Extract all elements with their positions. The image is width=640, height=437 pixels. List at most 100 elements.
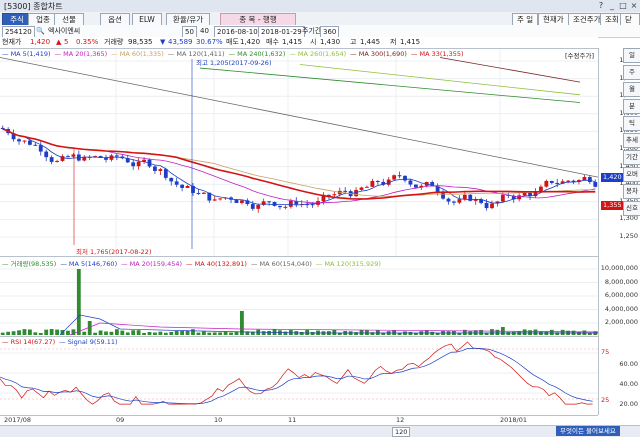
change-pct: 0.35% <box>76 38 99 46</box>
low-label: 저 <box>390 38 397 46</box>
side-button[interactable]: 일 <box>623 48 640 63</box>
candle-body <box>452 201 456 203</box>
volume-bar <box>495 329 500 335</box>
candle-body <box>158 169 163 171</box>
volume-bar <box>229 332 233 335</box>
candle-body <box>283 206 288 208</box>
candle-body <box>544 180 549 187</box>
rsi-level-high: 75 <box>601 348 610 356</box>
ask-label: 매도 <box>226 38 239 46</box>
help-prompt-button[interactable]: 무엇이든 물어보세요 <box>556 426 620 436</box>
candle-body <box>66 156 70 158</box>
x-axis-tick: 10 <box>214 416 223 424</box>
volume-bar <box>201 331 206 335</box>
side-button[interactable]: 기간지표 <box>623 150 640 174</box>
candle-body <box>234 199 239 203</box>
x-axis-tick: 2018/01 <box>500 416 528 424</box>
search-icon[interactable]: 🔍 <box>36 26 45 36</box>
volume-bar <box>354 332 358 335</box>
side-button[interactable]: 봉차트 <box>623 184 640 208</box>
volume-bar <box>114 329 119 335</box>
period-label: 주기간 <box>302 27 322 35</box>
side-button[interactable]: 틱 <box>623 116 640 131</box>
volume-y-axis: 10,000,000 8,000,000 6,000,000 4,000,000 2,0… <box>598 256 640 336</box>
maximize-icon[interactable]: □ <box>618 1 628 10</box>
candle-body <box>278 205 282 208</box>
volume-bar <box>560 329 565 335</box>
candle-body <box>490 203 494 209</box>
volume-bar <box>375 330 380 335</box>
side-button[interactable]: 분 <box>623 99 640 114</box>
x-axis-tick: 2017/08 <box>4 416 32 424</box>
window-title: [5300] 종합차트 <box>4 2 63 11</box>
side-button[interactable]: 월 <box>623 82 640 97</box>
volume-bar <box>506 332 511 335</box>
volume-bar <box>22 329 27 335</box>
volume-bar <box>76 269 81 335</box>
open-value: 1,430 <box>320 38 341 46</box>
last-price-tag: 1,420 <box>601 173 624 182</box>
high-value: 1,445 <box>360 38 381 46</box>
volume-bar <box>17 330 21 335</box>
volume-bar <box>158 331 163 335</box>
price-chart-pane[interactable]: — MA 5(1,419) — MA 20(1,365) — MA 60(1,335… <box>0 48 598 257</box>
volume-bar <box>191 329 195 335</box>
candle-body <box>180 184 185 188</box>
candle-body <box>365 186 369 188</box>
high-label: 고 <box>350 38 357 46</box>
volume-bar <box>212 332 217 335</box>
volume-y-tick: 6,000,000 <box>604 291 638 299</box>
side-button[interactable]: 추세선 <box>623 133 640 157</box>
candle-body <box>250 204 255 209</box>
volume-bar <box>310 331 315 335</box>
volume-bar <box>240 311 244 335</box>
candle-body <box>587 177 592 182</box>
volume-bar <box>196 332 201 335</box>
candle-body <box>462 194 467 200</box>
candle-body <box>359 187 364 190</box>
candle-body <box>593 181 598 187</box>
minimize-icon[interactable]: _ <box>607 1 617 10</box>
max-price-note: 최고 1,205(2017-09-26) <box>196 59 272 67</box>
candle-body <box>153 166 157 171</box>
ma33-line <box>2 128 596 200</box>
last-ma-tag: 1,355 <box>601 201 624 210</box>
volume-change-value: 43,589 <box>168 38 193 46</box>
volume-chart-pane[interactable]: — 거래량(98,535) — MA 5(146,760) — MA 20(159,… <box>0 256 598 337</box>
candle-body <box>582 177 587 181</box>
volume-change-pct: 30.67% <box>196 38 223 46</box>
candle-body <box>332 194 337 196</box>
volume-change-arrow: ▼ <box>160 38 166 46</box>
volume-bar <box>223 331 228 335</box>
candle-body <box>522 192 527 196</box>
candle-body <box>392 175 397 180</box>
side-button[interactable]: 오버레이 <box>623 167 640 191</box>
volume-bar <box>120 330 125 335</box>
candle-body <box>555 182 560 184</box>
signal-line <box>0 348 593 405</box>
candle-body <box>267 201 272 203</box>
volume-bar <box>66 330 70 335</box>
ma60-line <box>2 128 596 197</box>
side-button[interactable]: 주 <box>623 65 640 80</box>
volume-bar <box>392 329 397 335</box>
min-price-note: 최저 1,765(2017-08-22) <box>76 248 152 256</box>
ma240-line <box>199 67 581 103</box>
volume-bar <box>125 332 130 335</box>
ask-value: 1,420 <box>240 38 261 46</box>
candle-body <box>212 199 217 201</box>
candle-body <box>174 181 179 185</box>
candle-body <box>169 177 174 182</box>
rsi-chart-pane[interactable]: — RSI 14(67.27) — Signal 9(59.11) <box>0 336 598 416</box>
rsi-y-axis: 60.00 40.00 20.00 75 25 <box>598 336 640 415</box>
close-icon[interactable]: × <box>629 1 639 10</box>
help-icon[interactable]: ? <box>596 1 606 10</box>
candle-body <box>55 160 59 162</box>
candle-body <box>446 198 451 202</box>
side-button[interactable]: 신호 <box>623 201 640 216</box>
candle-body <box>256 204 261 209</box>
volume-bar <box>359 329 364 335</box>
bid-value: 1,415 <box>282 38 303 46</box>
rsi-level-low: 25 <box>601 396 610 404</box>
price-y-tick: 1,250 <box>619 232 638 240</box>
